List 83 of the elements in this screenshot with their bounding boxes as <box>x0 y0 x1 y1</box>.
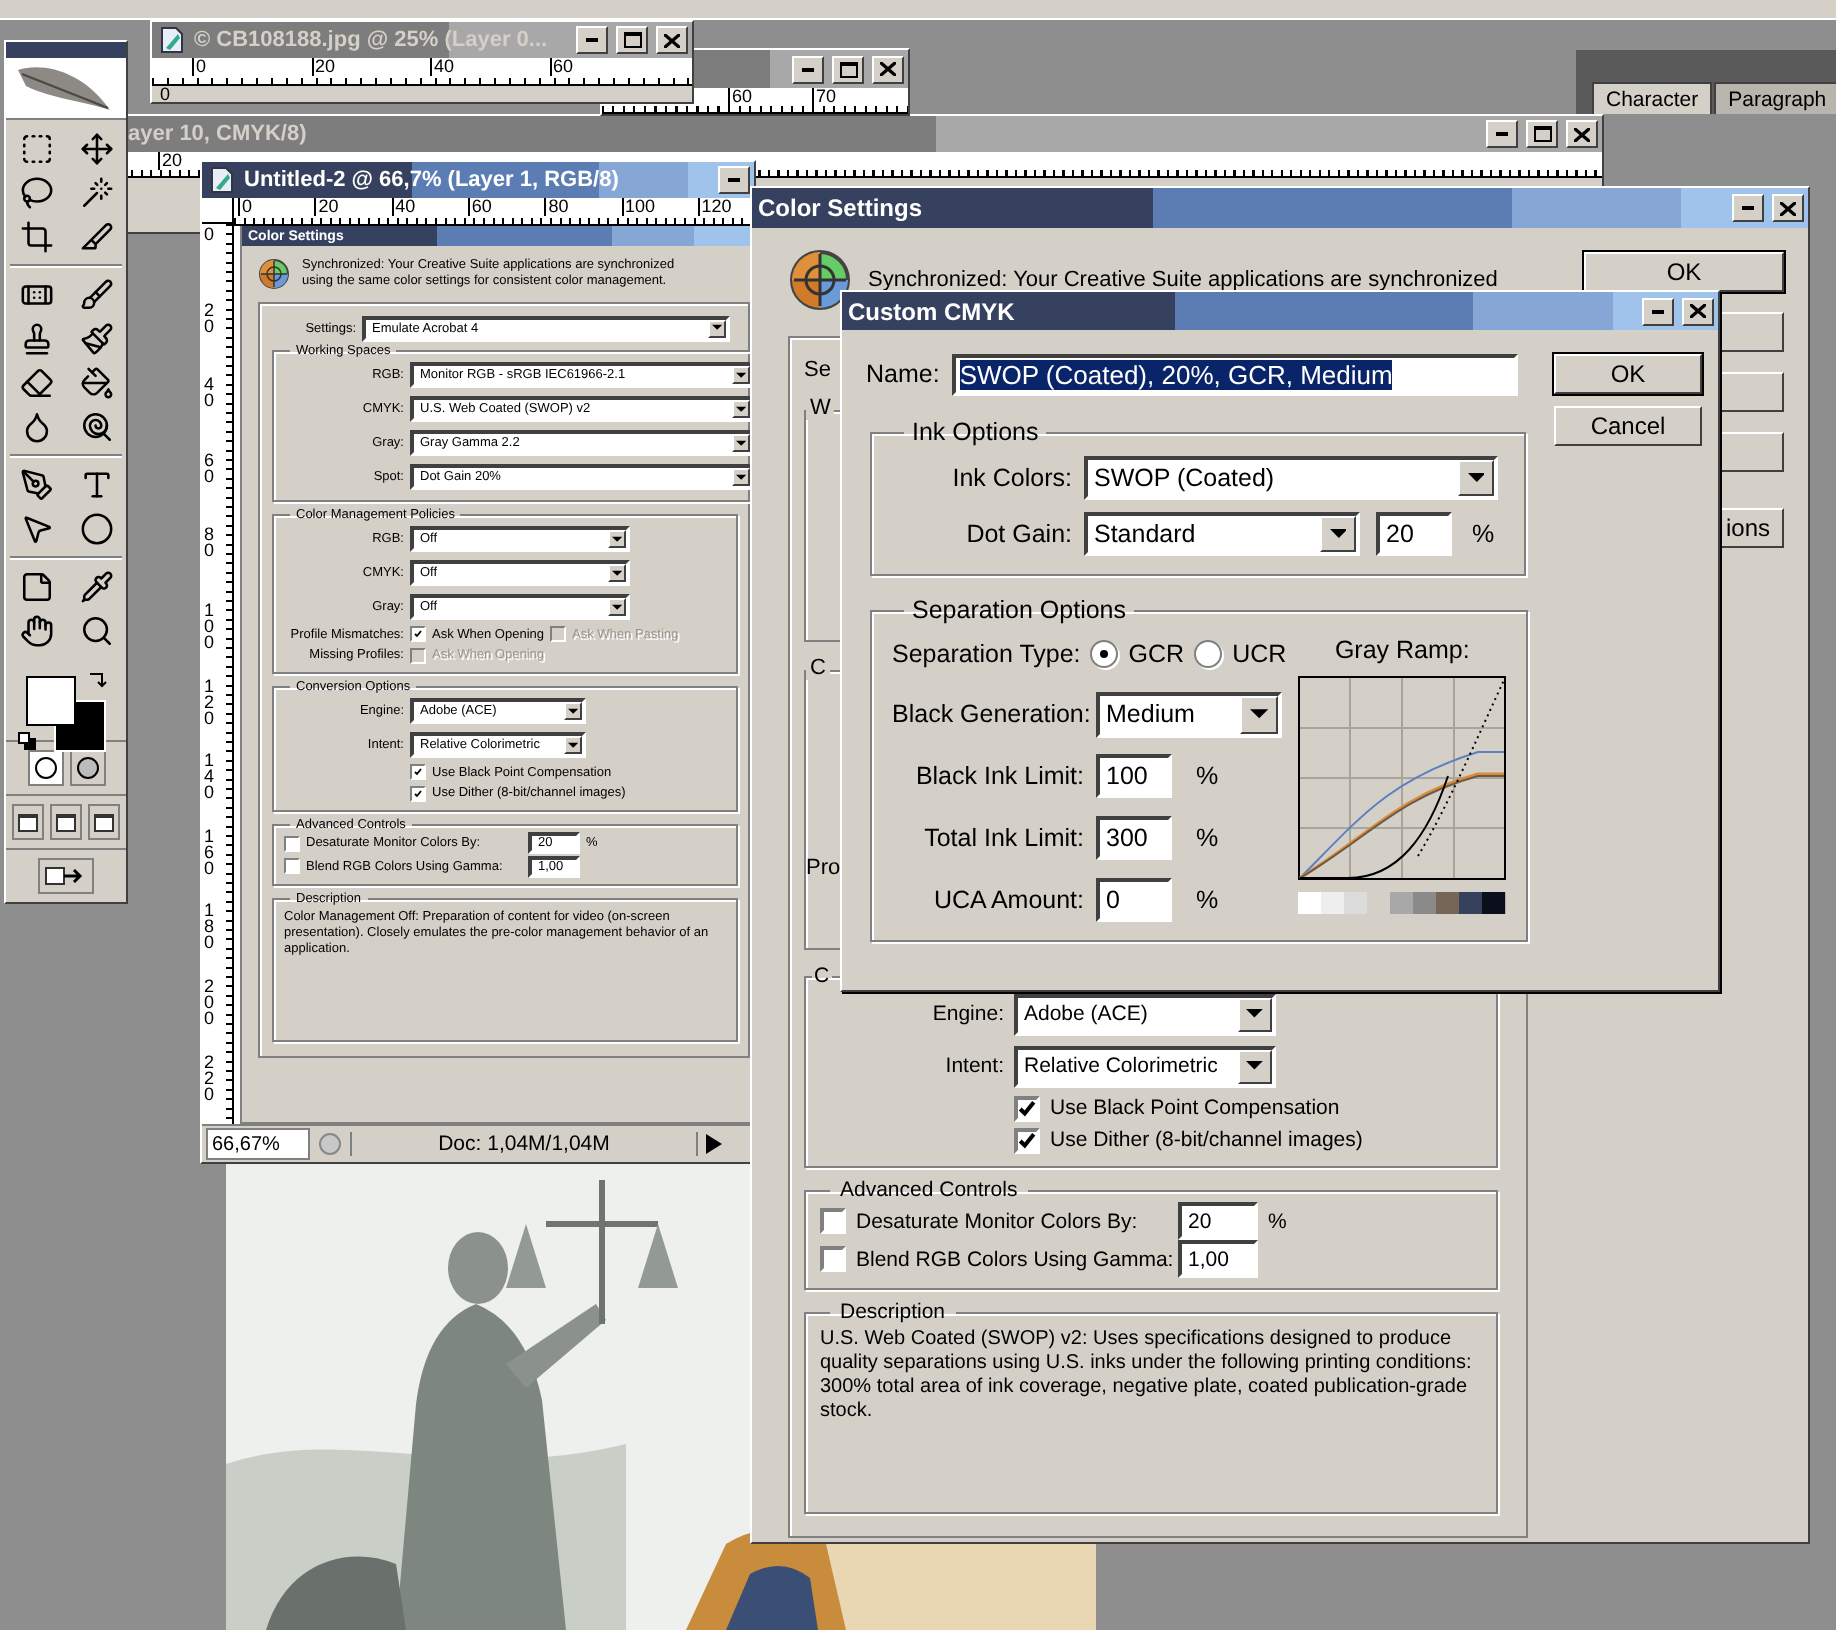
radio-label: UCR <box>1232 640 1287 668</box>
field-label: Intent: <box>943 1054 1004 1078</box>
ruler-number: 20 <box>204 301 214 334</box>
checkbox-label: Blend RGB Colors Using Gamma: <box>856 1247 1168 1272</box>
ruler-number: 60 <box>549 58 574 76</box>
ruler-number: 80 <box>204 526 214 559</box>
ruler-number: 0 <box>238 198 253 216</box>
ruler-number: 0 <box>192 58 207 76</box>
field-label: Dot Gain: <box>964 520 1072 548</box>
input-field[interactable]: 20 <box>1376 512 1452 556</box>
input-field[interactable]: 300 <box>1096 816 1172 860</box>
ruler-number: 140 <box>204 752 214 801</box>
sync-message: Synchronized: Your Creative Suite applications are synchronized <box>868 268 1498 292</box>
dialog-button[interactable]: Cancel <box>1554 406 1702 446</box>
dialog-button[interactable]: OK <box>1554 354 1702 394</box>
graph-title: Gray Ramp: <box>1334 636 1470 664</box>
group-title: Ink Options <box>910 418 1041 446</box>
dropdown[interactable]: Medium <box>1096 691 1282 737</box>
field-label: Ink Colors: <box>950 464 1072 492</box>
unit-label: % <box>1472 520 1495 548</box>
ruler-number: 0 <box>158 86 171 102</box>
ruler-number: 60 <box>728 88 753 106</box>
dialog-title: Custom CMYK <box>848 297 1017 325</box>
name-field[interactable]: SWOP (Coated), 20%, GCR, Medium <box>951 353 1518 395</box>
unit-label: % <box>1268 1209 1287 1234</box>
panel-tab[interactable]: Character <box>1592 82 1713 114</box>
ruler-number: 20 <box>311 58 336 76</box>
ruler-number: 120 <box>697 198 732 216</box>
field-label: Engine: <box>930 1002 1004 1026</box>
group-title: Description <box>838 1300 948 1325</box>
dialog-title: Color Settings <box>758 194 925 222</box>
group-title: Advanced Controls <box>838 1178 1020 1203</box>
checkbox-label: Desaturate Monitor Colors By: <box>856 1209 1140 1234</box>
unit-label: % <box>1196 824 1219 852</box>
document-size-text: Doc: 1,04M/1,04M <box>350 1132 698 1156</box>
input-field[interactable]: 20 <box>1178 1202 1258 1241</box>
input-field[interactable]: 1,00 <box>1178 1240 1258 1279</box>
ruler-number: 40 <box>430 58 455 76</box>
ruler-number: 0 <box>204 226 214 242</box>
dropdown[interactable]: Standard <box>1084 512 1360 556</box>
ruler-number: 20 <box>314 198 339 216</box>
field-label: Total Ink Limit: <box>922 824 1084 852</box>
dropdown[interactable]: Relative Colorimetric <box>1014 1045 1276 1087</box>
dialog-button[interactable]: OK <box>1584 252 1784 292</box>
ruler-number: 180 <box>204 902 214 951</box>
description-text: U.S. Web Coated (SWOP) v2: Uses specifications designed to produce quality separations using U.S. inks under the following printing conditions: 300% total area of ink coverage, negative plate, coated publication-grade stock. <box>820 1328 1474 1425</box>
ruler-number: 40 <box>204 376 214 409</box>
group-title: W <box>806 396 835 420</box>
field-label: UCA Amount: <box>931 886 1084 914</box>
ruler-number: 60 <box>204 451 214 484</box>
input-field[interactable]: 0 <box>1096 878 1172 922</box>
field-label: Name: <box>866 360 940 388</box>
input-field[interactable]: 100 <box>1096 754 1172 798</box>
unit-label: % <box>1196 762 1219 790</box>
ruler-number: 20 <box>158 152 183 170</box>
radio-label: GCR <box>1128 640 1185 668</box>
zoom-field[interactable]: 66,67% <box>206 1128 310 1160</box>
dropdown[interactable]: SWOP (Coated) <box>1084 456 1498 500</box>
field-label: Se <box>804 358 831 382</box>
ruler-number: 200 <box>204 978 214 1026</box>
panel-tab[interactable]: Paragraph <box>1714 82 1836 114</box>
group-title: C <box>806 656 830 680</box>
checkbox-label: Use Black Point Compensation <box>1050 1096 1340 1121</box>
ruler-number: 100 <box>621 198 656 216</box>
checkbox-label: Use Dither (8-bit/channel images) <box>1050 1128 1363 1153</box>
field-label: Pro <box>806 856 843 880</box>
window-title: Untitled-2 @ 66,7% (Layer 1, RGB/8) <box>244 168 621 192</box>
ruler-number: 100 <box>204 602 214 650</box>
unit-label: % <box>1196 886 1219 914</box>
ruler-number: 120 <box>204 677 214 726</box>
field-label: Black Ink Limit: <box>913 762 1084 790</box>
ruler-number: 160 <box>204 827 214 876</box>
window-title: ayer 10, CMYK/8) <box>128 122 309 146</box>
ruler-number: 60 <box>467 198 492 216</box>
ruler-number: 70 <box>812 88 837 106</box>
ruler-number: 220 <box>204 1053 214 1102</box>
dropdown[interactable]: Adobe (ACE) <box>1014 993 1276 1035</box>
ruler-number: 40 <box>391 198 416 216</box>
group-title: C <box>812 964 832 988</box>
field-label: Separation Type: <box>892 640 1081 668</box>
ruler-number: 80 <box>544 198 569 216</box>
group-title: Separation Options <box>910 596 1129 624</box>
field-label: Black Generation: <box>892 700 1088 728</box>
